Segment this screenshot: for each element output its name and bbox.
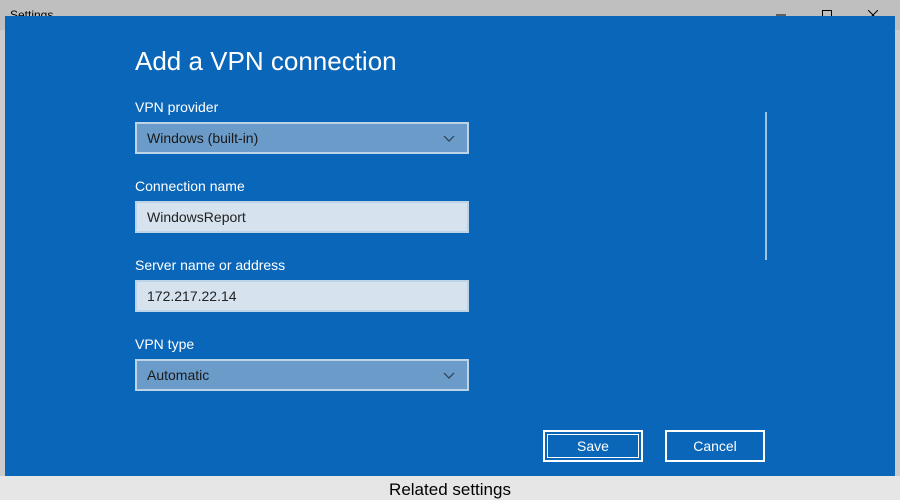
vpn-type-field: VPN type Automatic <box>135 336 895 391</box>
server-address-field: Server name or address <box>135 257 895 312</box>
modal-buttons: Save Cancel <box>543 430 765 462</box>
scrollbar[interactable] <box>765 112 767 260</box>
cancel-button[interactable]: Cancel <box>665 430 765 462</box>
connection-name-label: Connection name <box>135 178 895 194</box>
related-settings-section: Related settings <box>0 476 900 500</box>
vpn-provider-value: Windows (built-in) <box>147 130 258 146</box>
save-button[interactable]: Save <box>543 430 643 462</box>
vpn-provider-field: VPN provider Windows (built-in) <box>135 99 895 154</box>
server-address-input[interactable] <box>135 280 469 312</box>
connection-name-field: Connection name <box>135 178 895 233</box>
add-vpn-modal: Add a VPN connection VPN provider Window… <box>5 16 895 476</box>
related-settings-heading: Related settings <box>389 480 511 500</box>
connection-name-input[interactable] <box>135 201 469 233</box>
chevron-down-icon <box>441 367 457 383</box>
vpn-type-select[interactable]: Automatic <box>135 359 469 391</box>
vpn-provider-select[interactable]: Windows (built-in) <box>135 122 469 154</box>
vpn-provider-label: VPN provider <box>135 99 895 115</box>
server-address-label: Server name or address <box>135 257 895 273</box>
vpn-type-value: Automatic <box>147 367 209 383</box>
modal-title: Add a VPN connection <box>135 46 895 77</box>
vpn-type-label: VPN type <box>135 336 895 352</box>
chevron-down-icon <box>441 130 457 146</box>
